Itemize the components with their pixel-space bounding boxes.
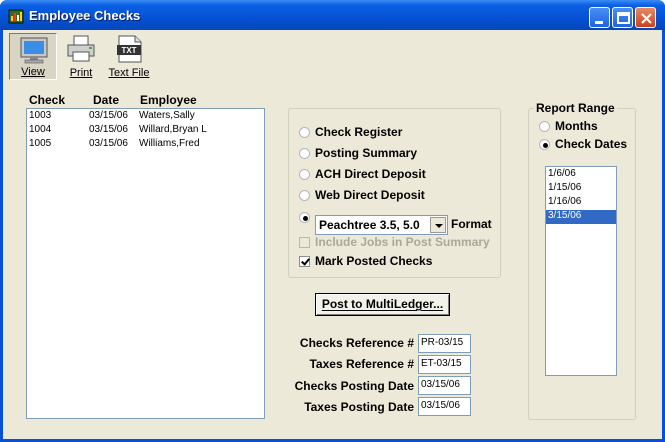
window-title: Employee Checks — [29, 8, 141, 23]
check-dates-label: Check Dates — [555, 137, 628, 151]
web-direct-deposit-radio[interactable] — [299, 190, 310, 201]
text-file-icon: TXT — [117, 35, 142, 63]
list-item[interactable]: 1/16/06 — [546, 196, 616, 210]
web-direct-deposit-label: Web Direct Deposit — [315, 188, 425, 202]
format-label: Format — [451, 217, 492, 231]
printer-icon — [67, 35, 95, 62]
minimize-button[interactable] — [589, 7, 610, 28]
list-item[interactable]: 1/6/06 — [546, 168, 616, 182]
header-date: Date — [93, 93, 120, 107]
format-select-value: Peachtree 3.5, 5.0 — [319, 218, 420, 232]
maximize-button[interactable] — [612, 7, 633, 28]
print-button[interactable]: Print — [57, 33, 105, 80]
check-number: 1003 — [29, 110, 52, 121]
list-item[interactable]: 1/15/06 — [546, 182, 616, 196]
ach-direct-deposit-radio[interactable] — [299, 169, 310, 180]
employee-name: Waters,Sally — [139, 110, 195, 121]
check-date: 03/15/06 — [89, 110, 128, 121]
check-number: 1004 — [29, 124, 52, 135]
employee-name: Williams,Fred — [139, 138, 200, 149]
mark-posted-label: Mark Posted Checks — [315, 254, 433, 268]
view-button[interactable]: View — [9, 33, 57, 80]
app-icon — [8, 9, 24, 24]
checks-reference-field[interactable]: PR-03/15 — [418, 334, 471, 353]
text-file-label: Text File — [108, 67, 150, 79]
employee-name: Willard,Bryan L — [139, 124, 207, 135]
header-employee: Employee — [140, 93, 197, 107]
taxes-posting-date-label: Taxes Posting Date — [304, 400, 414, 414]
checks-reference-label: Checks Reference # — [299, 336, 414, 350]
minimize-icon — [595, 21, 603, 24]
format-radio[interactable] — [299, 212, 310, 223]
report-range-title: Report Range — [534, 101, 617, 115]
close-icon — [641, 13, 652, 24]
include-jobs-checkbox[interactable] — [299, 237, 310, 248]
check-dates-list[interactable]: 1/6/06 1/15/06 1/16/06 3/15/06 — [545, 166, 617, 376]
print-label: Print — [69, 67, 93, 79]
report-range-group: Report Range Months Check Dates 1/6/06 1… — [528, 101, 636, 420]
post-button-label: Post to MultiLedger... — [321, 297, 444, 311]
checks-list[interactable]: 1003 03/15/06 Waters,Sally 1004 03/15/06… — [26, 108, 265, 419]
posting-summary-radio[interactable] — [299, 148, 310, 159]
check-date: 03/15/06 — [89, 138, 128, 149]
view-label: View — [21, 66, 45, 78]
post-to-multiledger-button[interactable]: Post to MultiLedger... — [315, 293, 450, 316]
chevron-down-icon[interactable] — [430, 217, 446, 233]
checks-posting-date-label: Checks Posting Date — [294, 379, 414, 393]
title-bar[interactable]: Employee Checks — [0, 0, 665, 30]
monitor-icon — [20, 37, 48, 64]
maximize-icon — [617, 12, 630, 24]
include-jobs-label: Include Jobs in Post Summary — [315, 235, 490, 249]
client-area: View Print TXT Text File Check Date Empl… — [3, 30, 662, 439]
header-check: Check — [29, 93, 66, 107]
months-radio[interactable] — [539, 121, 550, 132]
format-select[interactable]: Peachtree 3.5, 5.0 — [315, 215, 448, 235]
ach-direct-deposit-label: ACH Direct Deposit — [315, 167, 426, 181]
check-date: 03/15/06 — [89, 124, 128, 135]
check-register-radio[interactable] — [299, 127, 310, 138]
checks-posting-date-field[interactable]: 03/15/06 — [418, 376, 471, 395]
list-item[interactable]: 3/15/06 — [546, 210, 616, 224]
taxes-reference-label: Taxes Reference # — [309, 357, 414, 371]
taxes-reference-field[interactable]: ET-03/15 — [418, 355, 471, 374]
months-label: Months — [555, 119, 598, 133]
text-file-button[interactable]: TXT Text File — [105, 33, 153, 80]
check-number: 1005 — [29, 138, 52, 149]
check-register-label: Check Register — [315, 125, 403, 139]
taxes-posting-date-field[interactable]: 03/15/06 — [418, 397, 471, 416]
posting-summary-label: Posting Summary — [315, 146, 418, 160]
report-options-group: Check Register Posting Summary ACH Direc… — [288, 108, 501, 278]
mark-posted-checkbox[interactable] — [299, 256, 310, 267]
close-button[interactable] — [635, 7, 656, 28]
employee-checks-window: Employee Checks View Print TXT Text File… — [0, 0, 665, 442]
check-dates-radio[interactable] — [539, 139, 550, 150]
text-file-icon-text: TXT — [121, 46, 136, 55]
